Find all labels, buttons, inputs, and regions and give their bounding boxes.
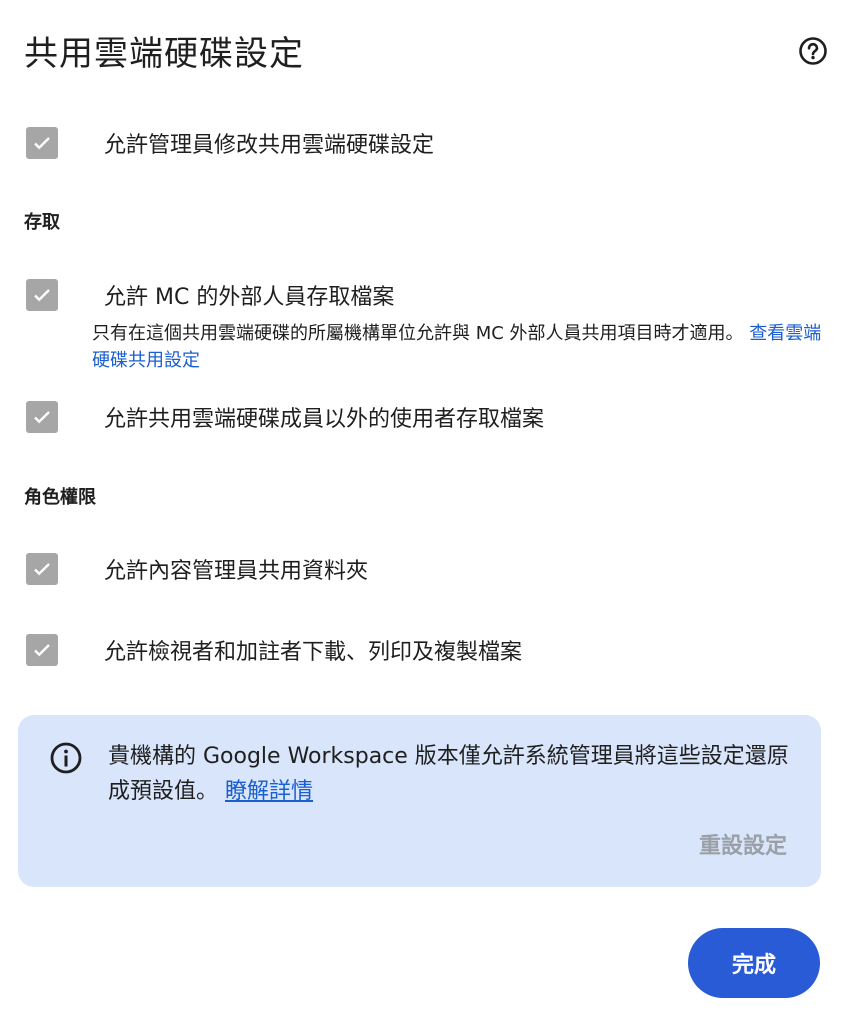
page-title: 共用雲端硬碟設定 xyxy=(24,34,304,74)
done-button[interactable]: 完成 xyxy=(688,928,820,998)
check-icon xyxy=(34,289,50,302)
option-allow-content-managers-share-folders: 允許內容管理員共用資料夾 xyxy=(26,553,368,585)
section-heading-roles: 角色權限 xyxy=(24,487,96,508)
checkbox-allow-admin-modify xyxy=(26,127,58,159)
checkbox-allow-non-members xyxy=(26,401,58,433)
option-label: 允許共用雲端硬碟成員以外的使用者存取檔案 xyxy=(104,407,545,432)
option-allow-non-members: 允許共用雲端硬碟成員以外的使用者存取檔案 xyxy=(26,401,544,433)
checkbox-allow-external-mc xyxy=(26,279,58,311)
reset-settings-button: 重設設定 xyxy=(698,834,787,859)
info-icon xyxy=(48,740,84,776)
option-label: 允許檢視者和加註者下載、列印及複製檔案 xyxy=(104,640,523,665)
help-circle-icon[interactable] xyxy=(797,35,829,67)
check-icon xyxy=(34,644,50,657)
option-label: 允許內容管理員共用資料夾 xyxy=(104,559,369,584)
check-icon xyxy=(34,137,50,150)
note-text: 只有在這個共用雲端硬碟的所屬機構單位允許與 MC 外部人員共用項目時才適用。 xyxy=(92,323,750,344)
option-allow-external-mc: 允許 MC 的外部人員存取檔案 xyxy=(26,279,394,311)
admin-restriction-banner: 貴機構的 Google Workspace 版本僅允許系統管理員將這些設定還原成… xyxy=(18,715,821,887)
option-allow-admin-modify: 允許管理員修改共用雲端硬碟設定 xyxy=(26,127,434,159)
checkbox-allow-viewers-download xyxy=(26,634,58,666)
learn-more-link[interactable]: 瞭解詳情 xyxy=(225,779,313,804)
check-icon xyxy=(34,411,50,424)
check-icon xyxy=(34,563,50,576)
option-label: 允許管理員修改共用雲端硬碟設定 xyxy=(104,133,435,158)
checkbox-allow-content-managers-share-folders xyxy=(26,553,58,585)
section-heading-access: 存取 xyxy=(24,212,60,233)
banner-message: 貴機構的 Google Workspace 版本僅允許系統管理員將這些設定還原成… xyxy=(108,739,798,809)
banner-text: 貴機構的 Google Workspace 版本僅允許系統管理員將這些設定還原成… xyxy=(108,744,789,804)
external-sharing-note: 只有在這個共用雲端硬碟的所屬機構單位允許與 MC 外部人員共用項目時才適用。 查… xyxy=(92,320,822,374)
option-label: 允許 MC 的外部人員存取檔案 xyxy=(104,285,395,310)
option-allow-viewers-download: 允許檢視者和加註者下載、列印及複製檔案 xyxy=(26,634,522,666)
